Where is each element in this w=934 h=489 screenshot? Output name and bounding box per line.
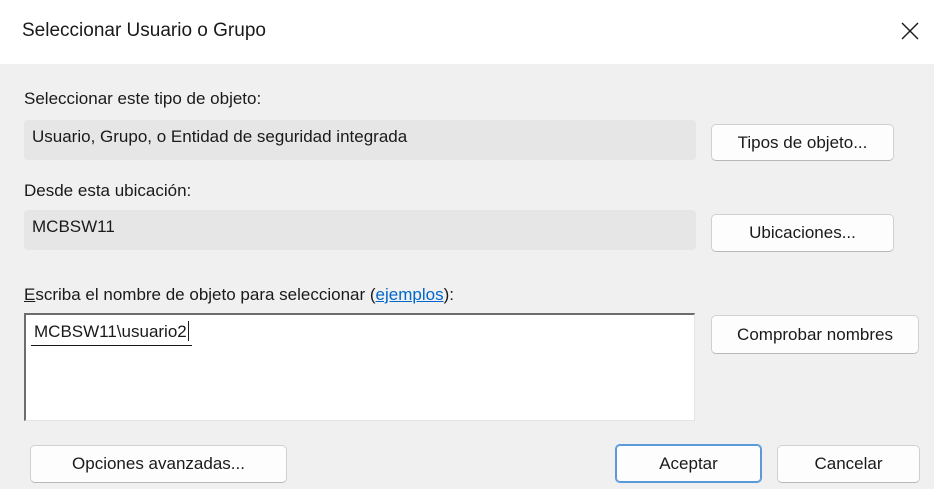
object-names-label: Escriba el nombre de objeto para selecci…	[24, 285, 454, 305]
title-bar: Seleccionar Usuario o Grupo	[0, 0, 934, 64]
object-name-text: MCBSW11\usuario2	[34, 322, 187, 341]
close-button[interactable]	[890, 10, 930, 52]
cancel-button[interactable]: Cancelar	[777, 445, 920, 483]
object-type-label: Seleccionar este tipo de objeto:	[24, 89, 262, 108]
advanced-button[interactable]: Opciones avanzadas...	[30, 445, 287, 483]
close-icon	[901, 22, 919, 40]
location-label: Desde esta ubicación:	[24, 181, 192, 200]
resolved-object-name: MCBSW11\usuario2	[31, 319, 192, 346]
object-names-input[interactable]: MCBSW11\usuario2	[24, 313, 695, 421]
examples-link[interactable]: ejemplos	[376, 285, 444, 304]
select-user-group-dialog: Seleccionar Usuario o Grupo Seleccionar …	[0, 0, 934, 489]
names-label-before: scriba el nombre de objeto para seleccio…	[35, 285, 376, 304]
object-type-field: Usuario, Grupo, o Entidad de seguridad i…	[24, 120, 696, 160]
text-caret	[187, 321, 189, 341]
locations-button[interactable]: Ubicaciones...	[711, 214, 894, 252]
names-label-mnemonic: E	[24, 285, 36, 304]
check-names-button[interactable]: Comprobar nombres	[711, 315, 919, 354]
location-field: MCBSW11	[24, 210, 696, 250]
dialog-title: Seleccionar Usuario o Grupo	[22, 20, 266, 41]
ok-button[interactable]: Aceptar	[615, 444, 762, 483]
object-types-button[interactable]: Tipos de objeto...	[711, 124, 894, 161]
names-label-after: ):	[443, 285, 454, 304]
